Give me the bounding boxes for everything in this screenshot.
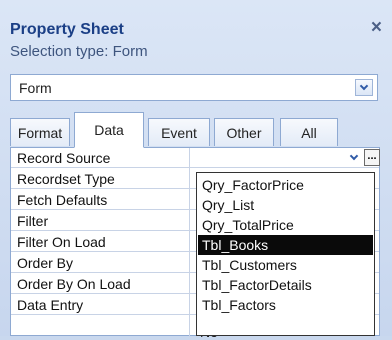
property-label: Data Entry [17,297,84,313]
object-selector-dropdown-button[interactable] [355,79,373,96]
tab-data[interactable]: Data [74,112,144,148]
object-selector-value: Form [19,80,52,96]
record-source-dropdown-button[interactable] [346,149,362,166]
property-tabs: Format Data Event Other All [10,112,380,148]
list-item[interactable]: Tbl_Customers [198,255,373,275]
tab-format[interactable]: Format [10,118,70,146]
property-label: Order By On Load [17,276,131,292]
list-item[interactable]: Qry_List [198,195,373,215]
builder-button[interactable]: ... [364,149,380,166]
list-item[interactable]: Qry_TotalPrice [198,215,373,235]
selection-type-value: Form [112,43,148,60]
property-label: Filter [17,213,49,229]
chevron-down-icon [359,81,369,91]
property-label: Record Source [17,150,111,166]
tab-other[interactable]: Other [214,118,274,146]
property-sheet-pane: Property Sheet × Selection type: Form Fo… [0,0,392,340]
property-label: Recordset Type [17,171,115,187]
tab-all[interactable]: All [280,118,338,146]
pane-title: Property Sheet [10,21,124,38]
selection-type-label: Selection type: [10,43,109,60]
close-icon[interactable]: × [371,17,382,39]
selection-type: Selection type: Form [10,43,148,60]
property-label: Order By [17,255,74,271]
tab-event[interactable]: Event [148,118,210,146]
list-item[interactable]: Tbl_Factors [198,295,373,315]
list-item[interactable]: Tbl_FactorDetails [198,275,373,295]
list-item-selected[interactable]: Tbl_Books [198,235,373,255]
object-selector-combo[interactable]: Form [10,74,378,101]
list-item[interactable]: Qry_FactorPrice [198,175,373,195]
property-label: Filter On Load [17,234,106,250]
chevron-down-icon [349,151,359,161]
property-row-record-source[interactable]: Record Source ... [11,148,380,168]
record-source-dropdown-list[interactable]: Qry_FactorPrice Qry_List Qry_TotalPrice … [196,172,375,336]
property-label: Fetch Defaults [17,192,108,208]
